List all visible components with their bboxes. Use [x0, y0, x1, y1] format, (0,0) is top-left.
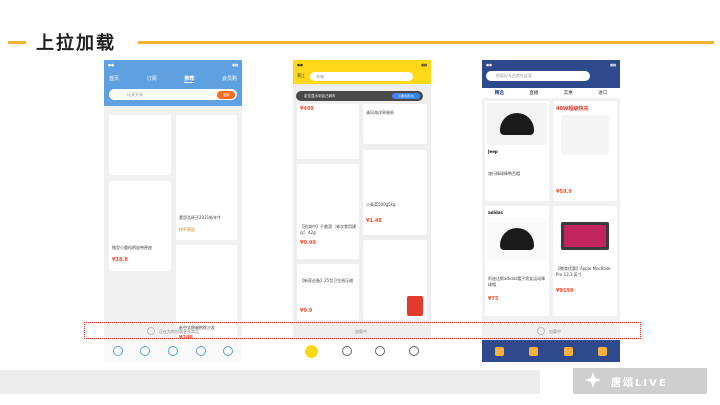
- product-price: ¥9199: [556, 288, 574, 294]
- phone-screenshot-3: ●● ▮▮▮ 搜索好东西就在这里 精选 直播 实惠 进口 Jeep 旅行棒球棒鸭舌…: [482, 60, 620, 362]
- product-card[interactable]: ¥499: [297, 104, 359, 159]
- product-title: 【新家必备】25包卫生纸压缩: [300, 278, 354, 283]
- phone-screenshot-1: ●● ▮▮▮ 首页 订阅 推荐 会员购 玩具文具 搜索 微型小鹿松柄皮带匣座 ¥1…: [104, 60, 242, 362]
- bottom-nav: [293, 340, 431, 362]
- profile-icon[interactable]: [223, 346, 234, 356]
- profile-icon[interactable]: [598, 346, 608, 356]
- product-price: ¥9.9: [300, 308, 313, 314]
- loading-spinner-icon: [147, 327, 155, 335]
- tab-member[interactable]: 会员购: [222, 75, 237, 82]
- product-brand: Jeep: [488, 149, 498, 154]
- product-image: [407, 296, 423, 316]
- brand-tag: 拼平家居: [179, 227, 195, 232]
- status-bar: ●● ▮▮▮: [486, 62, 616, 67]
- product-card[interactable]: 【教育优惠】Apple MacBook Pro 13.3 英寸 ¥9199: [553, 206, 617, 316]
- home-icon[interactable]: [494, 346, 504, 356]
- location-label[interactable]: 黄江: [297, 73, 305, 79]
- product-card[interactable]: [363, 240, 427, 320]
- status-bar: ●● ▮▮▮: [297, 62, 427, 67]
- product-price: ¥0.99: [300, 240, 316, 246]
- brand-badge: 唐颂LIVE: [573, 368, 707, 394]
- product-brand: adidas: [488, 210, 503, 215]
- product-card[interactable]: [109, 115, 171, 175]
- category-icon[interactable]: [341, 346, 352, 356]
- phone1-header: ●● ▮▮▮ 首页 订阅 推荐 会员购 玩具文具 搜索: [104, 60, 242, 106]
- cart-icon[interactable]: [563, 346, 573, 356]
- tab-live[interactable]: 直播: [529, 90, 538, 96]
- banner-text: 定位显示到自己城市: [304, 94, 336, 98]
- footer-strip: [0, 370, 540, 394]
- product-title: 阿迪达斯adidas帽子男女运动棒球帽: [488, 276, 546, 287]
- product-image: [487, 218, 547, 260]
- cart-icon[interactable]: [195, 346, 206, 356]
- product-price: ¥499: [300, 106, 314, 112]
- bottom-nav: [482, 340, 620, 362]
- bottom-nav: [104, 340, 242, 362]
- phone-screenshot-2: ●● ▮▮▮ 黄江 冰箱 定位显示到自己城市 切换到苏州 ¥499 清风海洋原装纸…: [293, 60, 431, 362]
- title-decoration-left: [8, 41, 26, 44]
- loading-text-phone2: 加载中: [355, 329, 367, 334]
- product-title: 董思浩杯子2021新年牛: [179, 215, 222, 220]
- product-image: [561, 115, 609, 155]
- switch-city-button[interactable]: 切换到苏州: [392, 93, 420, 99]
- loading-text-phone3: 加载中: [549, 329, 561, 334]
- brand-name: 唐颂LIVE: [611, 378, 668, 389]
- category-icon[interactable]: [140, 346, 151, 356]
- product-image: [487, 103, 547, 145]
- product-card[interactable]: 清风海洋原装纸: [363, 104, 427, 144]
- phone1-tabs: 首页 订阅 推荐 会员购: [109, 73, 237, 84]
- search-placeholder: 玩具文具: [127, 92, 143, 97]
- tab-recommend[interactable]: 推荐: [184, 75, 195, 83]
- search-input[interactable]: 搜索好东西就在这里: [486, 71, 590, 81]
- title-row: 上拉加载: [0, 28, 720, 54]
- product-card[interactable]: 董思浩杯子2021新年牛 拼平家居: [176, 115, 237, 240]
- category-tabs: 精选 直播 实惠 进口: [482, 88, 620, 98]
- profile-icon[interactable]: [409, 346, 420, 356]
- message-icon[interactable]: [167, 346, 178, 356]
- product-price: ¥18.8: [112, 257, 128, 263]
- product-card[interactable]: Jeep 旅行棒球棒鸭舌帽: [485, 101, 549, 201]
- product-title: 微型小鹿松柄皮带匣座: [112, 245, 152, 250]
- up-arrow-icon[interactable]: [304, 344, 318, 358]
- search-input[interactable]: 冰箱: [310, 72, 413, 81]
- loading-spinner-icon: [537, 327, 545, 335]
- home-icon[interactable]: [112, 346, 123, 356]
- location-banner: 定位显示到自己城市 切换到苏州: [296, 91, 423, 101]
- product-title: 旅行棒球棒鸭舌帽: [488, 171, 520, 176]
- product-price: ¥59.9: [556, 189, 572, 195]
- tab-import[interactable]: 进口: [598, 90, 607, 96]
- product-title: 清风海洋原装纸: [366, 110, 394, 115]
- product-card[interactable]: 【新家必备】25包卫生纸压缩 ¥9.9: [297, 264, 359, 320]
- pull-up-loading-highlight: 正在为你加载更多商品 加载中 加载中: [84, 322, 641, 339]
- product-title: 【劲减中】千鼎酒（单次食用建议）42g: [300, 224, 356, 235]
- product-card[interactable]: adidas 阿迪达斯adidas帽子男女运动棒球帽 ¥75: [485, 206, 549, 316]
- search-button[interactable]: 搜索: [217, 90, 235, 99]
- tab-value[interactable]: 实惠: [564, 90, 573, 96]
- tab-subscribe[interactable]: 订阅: [147, 75, 157, 82]
- product-card[interactable]: 【劲减中】千鼎酒（单次食用建议）42g ¥0.99: [297, 164, 359, 259]
- tab-featured[interactable]: 精选: [495, 90, 504, 96]
- message-icon[interactable]: [375, 346, 386, 356]
- product-title: 【教育优惠】Apple MacBook Pro 13.3 英寸: [556, 266, 611, 277]
- brand-logo-icon: [585, 372, 601, 388]
- phone2-header: ●● ▮▮▮ 黄江 冰箱: [293, 60, 431, 84]
- category-icon[interactable]: [529, 346, 539, 356]
- product-price: ¥75: [488, 296, 499, 302]
- product-card[interactable]: 微型小鹿松柄皮带匣座 ¥18.8: [109, 181, 171, 271]
- page-title: 上拉加载: [36, 33, 116, 54]
- status-bar: ●● ▮▮▮: [108, 62, 238, 67]
- product-card[interactable]: 小青菜500g5kg ¥1.48: [363, 150, 427, 235]
- tab-home[interactable]: 首页: [109, 75, 119, 82]
- product-grid: 微型小鹿松柄皮带匣座 ¥18.8 董思浩杯子2021新年牛 拼平家居 新中式棉麻…: [109, 115, 237, 345]
- title-decoration-right: [138, 41, 714, 44]
- product-price: ¥1.48: [366, 218, 382, 224]
- loading-text-phone1: 正在为你加载更多商品: [159, 329, 199, 334]
- product-title: 40W超级快充: [556, 106, 589, 112]
- product-card[interactable]: 40W超级快充 ¥59.9: [553, 101, 617, 201]
- laptop-image: [561, 222, 609, 250]
- slide: 上拉加载 ●● ▮▮▮ 首页 订阅 推荐 会员购 玩具文具 搜索 微型小鹿松柄皮带…: [0, 0, 720, 405]
- product-title: 小青菜500g5kg: [366, 202, 396, 207]
- search-input[interactable]: 玩具文具 搜索: [109, 89, 237, 100]
